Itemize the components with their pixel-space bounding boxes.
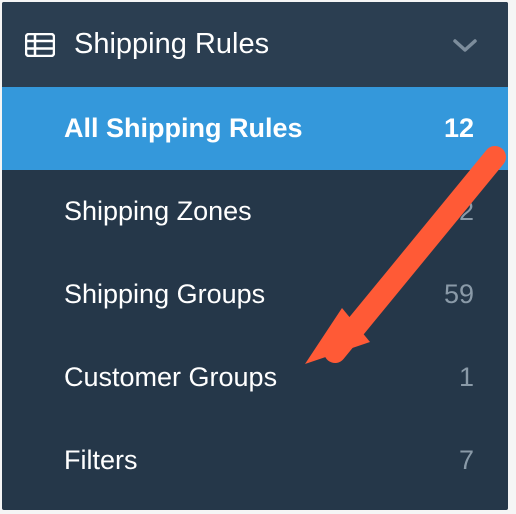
nav-item-count: 1 [434, 362, 474, 393]
nav-list: All Shipping Rules 12 Shipping Zones 22 … [2, 87, 508, 510]
sidebar-header[interactable]: Shipping Rules [2, 2, 508, 87]
nav-item-count: 12 [434, 113, 474, 144]
sidebar-item-shipping-zones[interactable]: Shipping Zones 22 [2, 170, 508, 253]
sidebar-item-filters[interactable]: Filters 7 [2, 419, 508, 502]
sidebar-item-shipping-groups[interactable]: Shipping Groups 59 [2, 253, 508, 336]
nav-item-label: Shipping Groups [64, 279, 434, 310]
sidebar-item-all-shipping-rules[interactable]: All Shipping Rules 12 [2, 87, 508, 170]
sidebar-title: Shipping Rules [74, 28, 452, 61]
table-icon [24, 33, 56, 57]
sidebar: Shipping Rules All Shipping Rules 12 Shi… [2, 2, 508, 510]
nav-item-label: All Shipping Rules [64, 113, 434, 144]
chevron-down-icon[interactable] [452, 37, 478, 53]
nav-item-count: 7 [434, 445, 474, 476]
nav-item-count: 22 [434, 196, 474, 227]
sidebar-item-customer-groups[interactable]: Customer Groups 1 [2, 336, 508, 419]
nav-item-label: Filters [64, 445, 434, 476]
nav-item-count: 59 [434, 279, 474, 310]
nav-item-label: Customer Groups [64, 362, 434, 393]
nav-item-label: Shipping Zones [64, 196, 434, 227]
